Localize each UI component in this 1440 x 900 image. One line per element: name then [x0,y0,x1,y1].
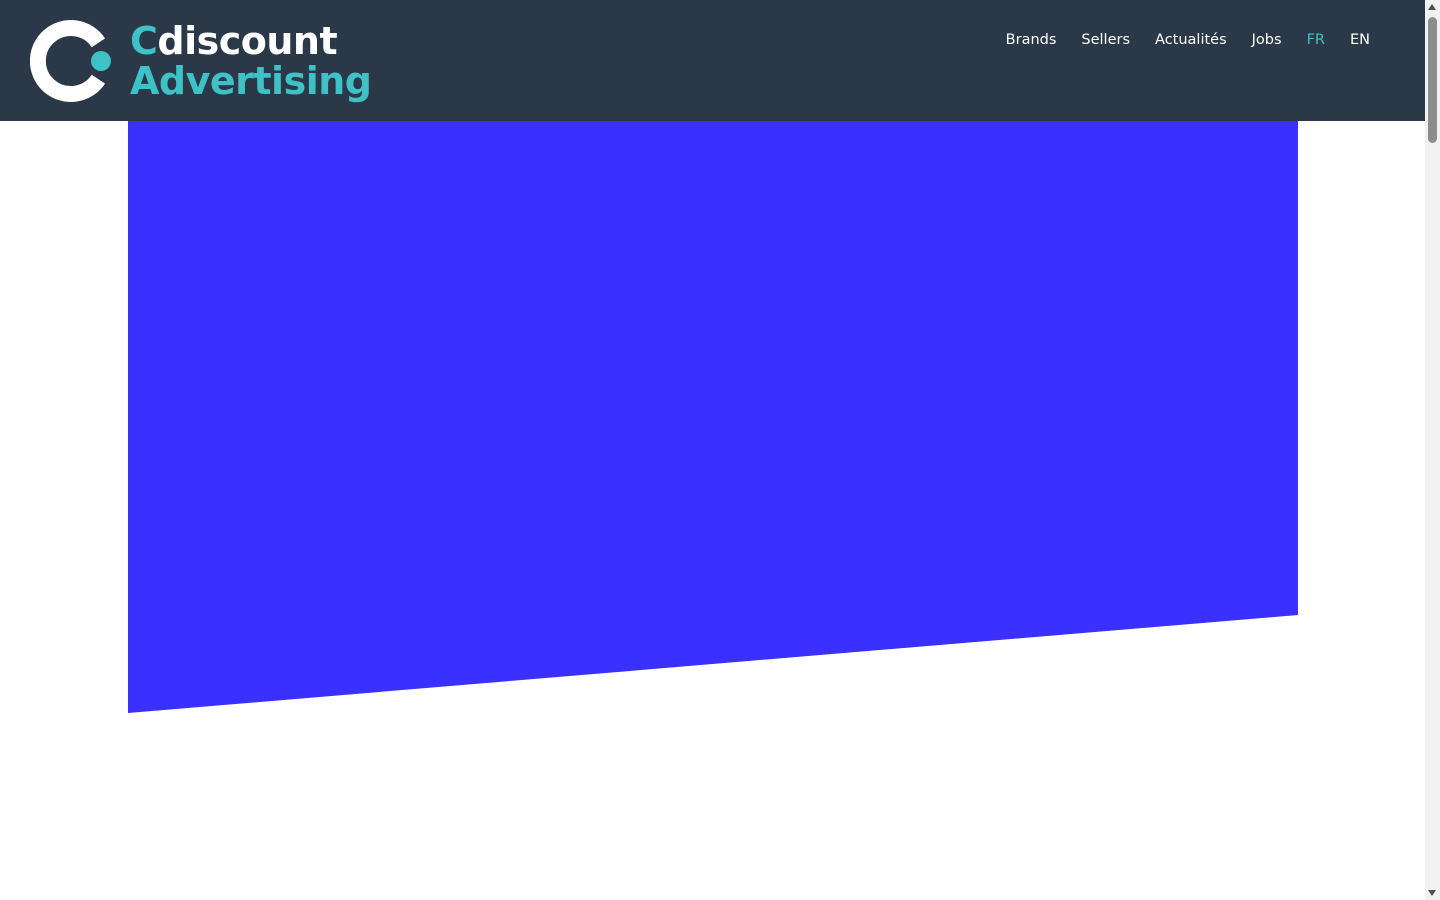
scrollbar-thumb[interactable] [1428,17,1437,143]
nav-jobs[interactable]: Jobs [1252,31,1282,49]
nav-lang-en[interactable]: EN [1350,31,1370,49]
logo-brand-name: Cdiscount [130,22,371,62]
scroll-down-arrow-icon[interactable] [1428,890,1436,896]
page-scrollbar[interactable] [1425,0,1440,900]
logo-link[interactable]: Cdiscount Advertising [30,20,372,102]
nav-lang-fr[interactable]: FR [1307,31,1325,49]
page: Cdiscount Advertising Brands Sellers Act… [0,0,1440,900]
logo-brand-initial: C [130,19,158,63]
hero-banner [128,121,1298,713]
logo-tagline: Advertising [130,59,372,103]
nav-actualites[interactable]: Actualités [1155,31,1227,49]
cdiscount-logo-icon [30,20,111,102]
logo-brand-rest: discount [157,19,338,63]
hero-shape [128,121,1298,713]
logo-wordmark: Cdiscount Advertising [130,22,372,103]
site-header: Cdiscount Advertising Brands Sellers Act… [0,0,1425,121]
nav-sellers[interactable]: Sellers [1081,31,1130,49]
main-nav: Brands Sellers Actualités Jobs FR EN [981,31,1370,49]
nav-brands[interactable]: Brands [1006,31,1057,49]
scroll-up-arrow-icon[interactable] [1428,4,1436,10]
